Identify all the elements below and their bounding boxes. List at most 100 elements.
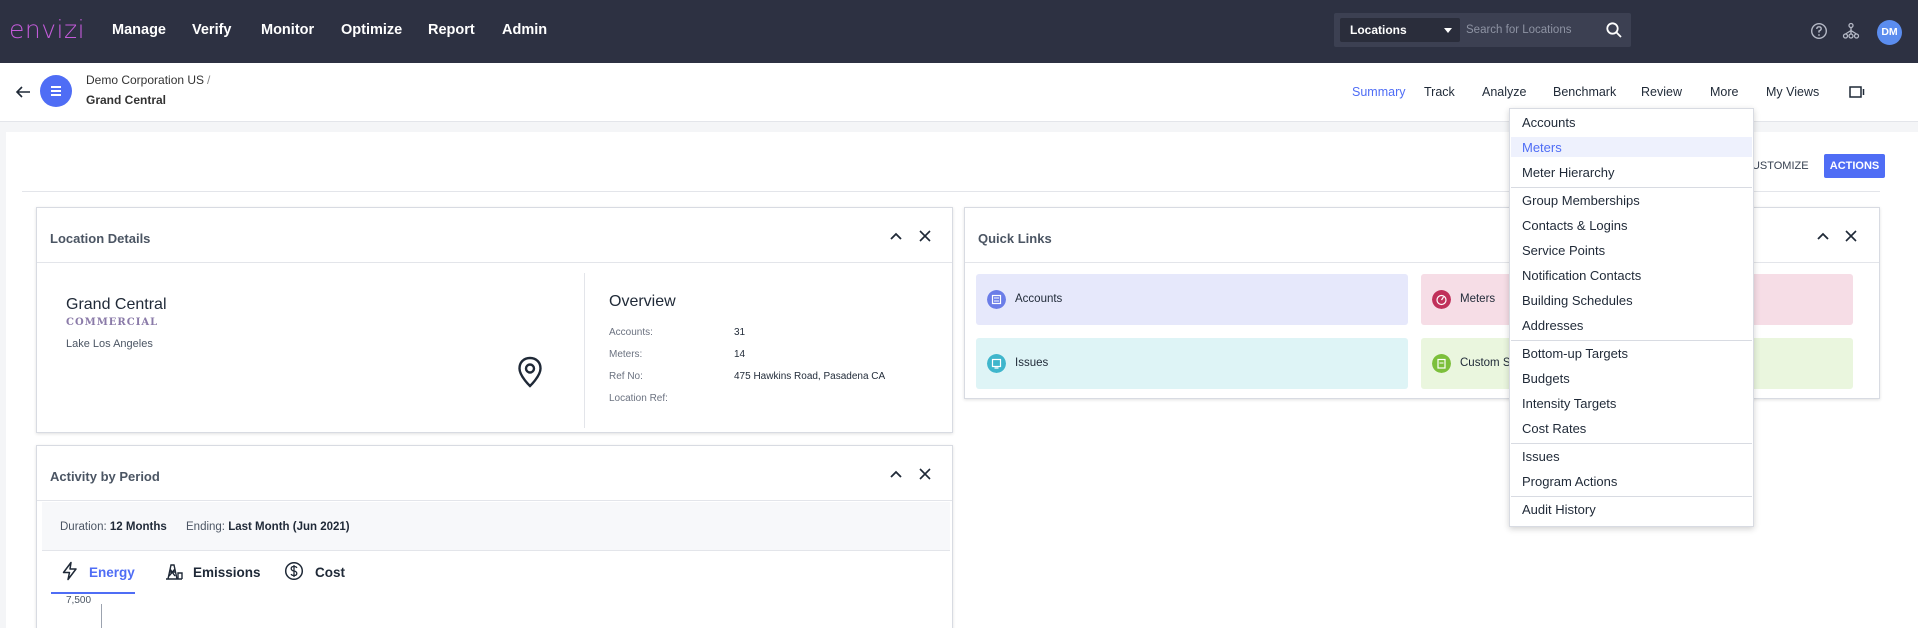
search-icon[interactable] [1605,21,1623,39]
menu-separator [1511,443,1752,444]
widescreen-view-icon[interactable] [1849,85,1865,99]
tab-energy[interactable]: Energy [89,565,135,580]
breadcrumb-separator: / [207,73,211,87]
search-input[interactable] [1466,18,1596,42]
close-icon[interactable] [917,466,933,482]
menu-separator [1511,187,1752,188]
dollar-icon [284,561,304,581]
issues-icon [987,354,1006,373]
back-arrow-icon[interactable] [14,83,32,101]
overview-label: Ref No: [609,371,643,382]
location-search: Locations [1334,13,1631,47]
card-title: Quick Links [978,231,1052,246]
menu-item-contacts-logins[interactable]: Contacts & Logins [1511,215,1752,235]
close-icon[interactable] [917,228,933,244]
menu-item-addresses[interactable]: Addresses [1511,315,1752,335]
tab-more[interactable]: More [1710,85,1738,99]
envizi-logo[interactable]: envizi [9,15,85,44]
tab-benchmark[interactable]: Benchmark [1553,85,1616,99]
location-type: COMMERCIAL [66,317,159,328]
menu-item-audit-history[interactable]: Audit History [1511,499,1752,519]
active-tab-indicator [51,592,135,594]
ending-label: Ending: [186,521,226,533]
duration-filter[interactable]: Duration: 12 Months [60,521,167,533]
menu-item-meters[interactable]: Meters [1511,137,1752,157]
caret-down-icon [1444,28,1452,33]
overview-label: Accounts: [609,327,653,338]
quick-link-accounts[interactable]: Accounts [976,274,1408,325]
close-icon[interactable] [1843,228,1859,244]
duration-label: Duration: [60,521,107,533]
user-avatar[interactable]: DM [1877,20,1902,45]
location-name: Grand Central [66,296,167,313]
tab-track[interactable]: Track [1424,85,1455,99]
collapse-icon[interactable] [888,466,904,482]
top-navigation-bar: envizi Manage Verify Monitor Optimize Re… [0,0,1918,63]
divider [584,273,585,428]
quick-link-label: Issues [1015,357,1049,369]
menu-item-accounts[interactable]: Accounts [1511,112,1752,132]
menu-item-notification-contacts[interactable]: Notification Contacts [1511,265,1752,285]
accounts-icon [987,290,1006,309]
nav-item-report[interactable]: Report [428,22,475,38]
breadcrumb-parent[interactable]: Demo Corporation US [86,73,204,87]
overview-title: Overview [609,293,676,310]
card-title: Activity by Period [50,469,160,484]
menu-item-service-points[interactable]: Service Points [1511,240,1752,260]
collapse-icon[interactable] [888,228,904,244]
menu-separator [1511,340,1752,341]
menu-button[interactable] [40,75,72,107]
quick-link-label: Meters [1460,293,1496,305]
hierarchy-icon[interactable] [1842,22,1860,40]
customize-button[interactable]: CUSTOMIZE [1744,154,1819,178]
overview-value: 475 Hawkins Road, Pasadena CA [734,371,886,382]
location-city: Lake Los Angeles [66,338,153,350]
period-filter-bar[interactable]: Duration: 12 Months Ending: Last Month (… [42,502,950,551]
more-dropdown-menu: Accounts Meters Meter Hierarchy Group Me… [1509,108,1754,527]
location-details-card: Location Details Grand Central COMMERCIA… [36,207,953,433]
duration-value: 12 Months [109,521,167,533]
tab-summary[interactable]: Summary [1352,85,1405,99]
help-icon[interactable] [1810,22,1828,40]
tab-analyze[interactable]: Analyze [1482,85,1526,99]
nav-item-monitor[interactable]: Monitor [261,22,314,38]
nav-item-admin[interactable]: Admin [502,22,547,38]
menu-item-cost-rates[interactable]: Cost Rates [1511,418,1752,438]
nav-item-verify[interactable]: Verify [192,22,232,38]
y-axis-tick: 7,500 [66,595,92,606]
power-plant-icon [166,564,183,580]
quick-link-label: Custom S [1460,357,1511,369]
menu-separator [1511,496,1752,497]
tab-my-views[interactable]: My Views [1766,85,1819,99]
tab-emissions[interactable]: Emissions [193,565,261,580]
card-header: Location Details [37,208,952,263]
menu-item-bottom-up-targets[interactable]: Bottom-up Targets [1511,343,1752,363]
tab-cost[interactable]: Cost [315,565,345,580]
search-scope-label: Locations [1350,23,1407,37]
overview-value: 31 [734,327,746,338]
ending-value: Last Month (Jun 2021) [228,521,350,533]
menu-item-budgets[interactable]: Budgets [1511,368,1752,388]
search-scope-select[interactable]: Locations [1340,18,1460,42]
menu-item-building-schedules[interactable]: Building Schedules [1511,290,1752,310]
menu-item-meter-hierarchy[interactable]: Meter Hierarchy [1511,162,1752,182]
y-axis-line [101,604,102,628]
nav-item-manage[interactable]: Manage [112,22,166,38]
card-header: Activity by Period [37,446,952,501]
quick-link-issues[interactable]: Issues [976,338,1408,389]
overview-label: Location Ref: [609,393,668,404]
menu-item-intensity-targets[interactable]: Intensity Targets [1511,393,1752,413]
card-title: Location Details [50,231,151,246]
actions-button[interactable]: ACTIONS [1824,154,1885,178]
ending-filter[interactable]: Ending: Last Month (Jun 2021) [186,521,350,533]
collapse-icon[interactable] [1815,228,1831,244]
gauge-icon [1432,290,1451,309]
quick-link-label: Accounts [1015,293,1063,305]
menu-item-group-memberships[interactable]: Group Memberships [1511,190,1752,210]
menu-item-program-actions[interactable]: Program Actions [1511,471,1752,491]
map-pin-icon[interactable] [517,356,543,388]
nav-item-optimize[interactable]: Optimize [341,22,402,38]
overview-label: Meters: [609,349,643,360]
menu-item-issues[interactable]: Issues [1511,446,1752,466]
tab-review[interactable]: Review [1641,85,1682,99]
